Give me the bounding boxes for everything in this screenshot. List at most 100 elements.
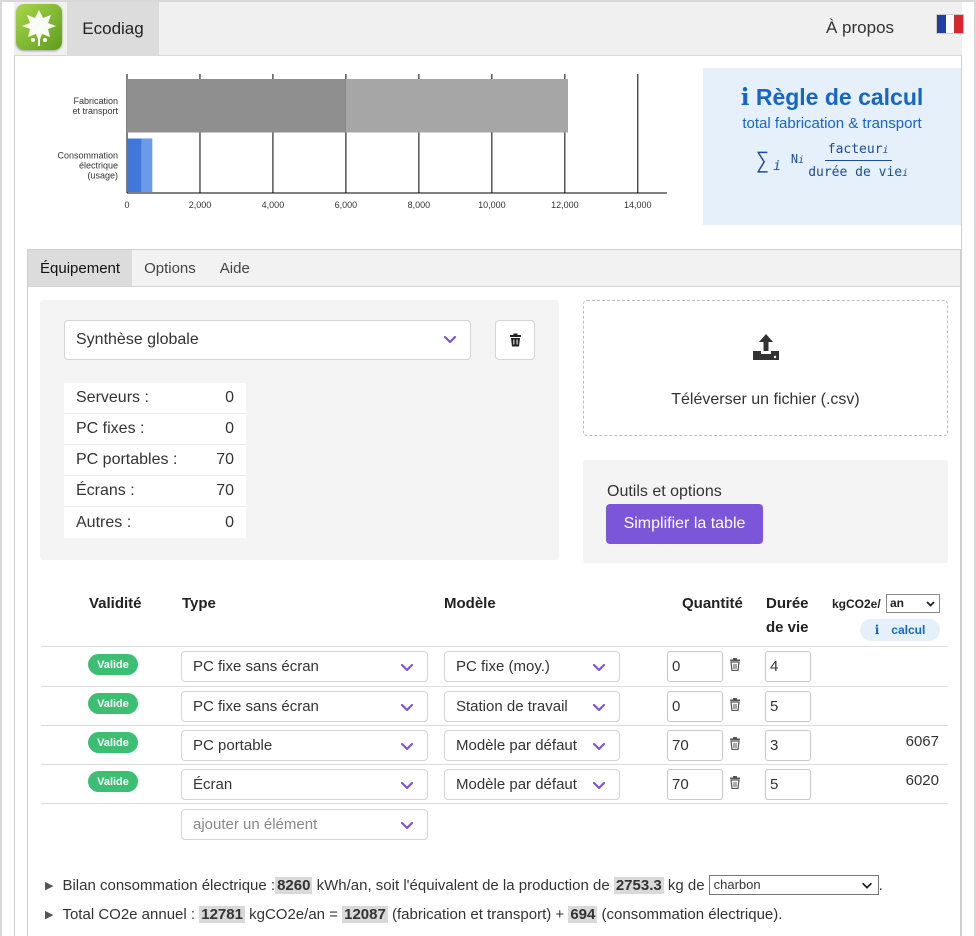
chevron-down-icon [443, 335, 457, 344]
chevron-down-icon [400, 742, 414, 751]
header-unit: kgCO2e/ [832, 597, 881, 611]
x-tick-label: 10,000 [478, 200, 506, 210]
quantity-input[interactable]: 0 [667, 651, 723, 682]
fuel-type-select[interactable]: charbon [708, 875, 879, 895]
lifetime-input[interactable]: 5 [765, 769, 811, 800]
formula-denominator: durée de vie [808, 165, 903, 180]
tab-equipment[interactable]: Équipement [28, 250, 133, 286]
header-validity: Validité [89, 595, 142, 612]
csv-upload-dropzone[interactable]: Téléverser un fichier (.csv) [583, 300, 948, 436]
bar-segment [141, 138, 153, 192]
trash-icon[interactable] [729, 737, 741, 750]
chevron-down-icon [400, 821, 414, 830]
about-link[interactable]: À propos [826, 18, 894, 38]
sum-index: i [773, 158, 781, 174]
brand-tab-ecodiag[interactable]: Ecodiag [67, 2, 159, 56]
fabrication-co2-value: 12087 [342, 906, 388, 923]
x-tick-label: 14,000 [624, 200, 652, 210]
row-co2-value: 6020 [905, 772, 939, 789]
summary-row-screens: Écrans :70 [64, 476, 246, 507]
co2-bar-chart: 0 2,000 4,000 6,000 8,000 10,000 12,000 14,000 F… [57, 74, 667, 210]
upload-label: Téléverser un fichier (.csv) [671, 391, 860, 408]
x-tick-label: 6,000 [335, 200, 358, 210]
header-type: Type [182, 595, 216, 612]
row-divider [41, 646, 948, 647]
type-select[interactable]: PC fixe sans écran [181, 651, 428, 682]
trash-icon[interactable] [729, 698, 741, 711]
add-element-select[interactable]: ajouter un élément [181, 809, 428, 840]
disclosure-triangle-icon[interactable]: ▶ [45, 879, 53, 892]
simplify-table-button[interactable]: Simplifier la table [606, 504, 763, 544]
equivalent-kg: 2753.3 [613, 876, 664, 894]
chevron-down-icon [400, 781, 414, 790]
status-badge: Valide [88, 732, 138, 753]
status-badge: Valide [88, 654, 138, 675]
type-select[interactable]: PC fixe sans écran [181, 691, 428, 722]
lifetime-input[interactable]: 3 [765, 730, 811, 761]
lifetime-input[interactable]: 4 [765, 651, 811, 682]
total-co2-value: 12781 [199, 906, 245, 923]
equipment-panel: Équipement Options Aide Synthèse globale… [27, 249, 961, 936]
chevron-down-icon [861, 882, 872, 889]
x-tick-label: 12,000 [551, 200, 579, 210]
type-select[interactable]: Écran [181, 769, 428, 800]
x-tick-label: 0 [124, 200, 129, 210]
tab-options[interactable]: Options [132, 250, 208, 286]
quantity-input[interactable]: 0 [667, 691, 723, 722]
calculation-formula: ∑ i Ni facteuri durée de viei [755, 142, 909, 180]
quantity-input[interactable]: 70 [667, 730, 723, 761]
delete-inventory-button[interactable] [495, 320, 535, 360]
model-select[interactable]: Modèle par défaut [444, 730, 620, 761]
row-divider [41, 725, 948, 726]
row-co2-value: 6067 [905, 733, 939, 750]
chevron-down-icon [400, 663, 414, 672]
trash-icon[interactable] [729, 776, 741, 789]
chevron-down-icon [591, 777, 607, 793]
summary-row-servers: Serveurs :0 [64, 383, 246, 414]
category-label: et transport [72, 106, 118, 116]
type-select[interactable]: PC portable [181, 730, 428, 761]
category-label: électrique [79, 160, 118, 170]
inventory-select[interactable]: Synthèse globale [64, 320, 471, 360]
summary-row-desktop-pcs: PC fixes :0 [64, 414, 246, 445]
ecodiag-logo[interactable] [16, 4, 62, 50]
trash-icon [509, 333, 521, 347]
chevron-down-icon [400, 703, 414, 712]
chevron-down-icon [591, 659, 607, 675]
electricity-kwh: 8260 [275, 876, 313, 894]
model-select[interactable]: Modèle par défaut [444, 769, 620, 800]
model-select[interactable]: PC fixe (moy.) [444, 651, 620, 682]
formula-numerator: facteur [827, 142, 883, 157]
calculation-info-button[interactable]: i calcul [860, 619, 940, 641]
model-select[interactable]: Station de travail [444, 691, 620, 722]
chevron-down-icon [591, 699, 607, 715]
info-icon: i [740, 84, 750, 111]
unit-period-select[interactable]: an [886, 594, 940, 613]
status-badge: Valide [88, 771, 138, 792]
x-tick-label: 8,000 [408, 200, 431, 210]
category-label: Fabrication [73, 96, 118, 106]
navbar: Ecodiag À propos [14, 2, 964, 56]
inventory-summary: Serveurs :0 PC fixes :0 PC portables :70… [64, 383, 246, 538]
header-quantity: Quantité [682, 595, 743, 612]
summary-row-others: Autres :0 [76, 513, 234, 531]
row-divider [41, 686, 948, 687]
chevron-down-icon [591, 738, 607, 754]
status-badge: Valide [88, 693, 138, 714]
row-divider [41, 764, 948, 765]
tab-help[interactable]: Aide [208, 250, 262, 286]
lifetime-input[interactable]: 5 [765, 691, 811, 722]
french-flag-icon[interactable] [936, 14, 964, 34]
disclosure-triangle-icon[interactable]: ▶ [45, 908, 53, 921]
tools-card: Outils et options Simplifier la table [583, 460, 948, 563]
tools-label: Outils et options [607, 483, 722, 500]
electricity-summary[interactable]: ▶ Bilan consommation électrique : 8260 k… [45, 875, 883, 895]
header-lifetime-1: Durée [766, 595, 809, 612]
quantity-input[interactable]: 70 [667, 769, 723, 800]
inventory-card: Synthèse globale Serveurs :0 PC fixes :0… [40, 300, 559, 560]
total-co2-summary[interactable]: ▶ Total CO2e annuel : 12781 kgCO2e/an = … [45, 906, 782, 923]
trash-icon[interactable] [729, 658, 741, 671]
header-lifetime-2: de vie [766, 619, 809, 636]
header-model: Modèle [444, 595, 496, 612]
formula-fraction: facteuri durée de viei [808, 142, 909, 180]
